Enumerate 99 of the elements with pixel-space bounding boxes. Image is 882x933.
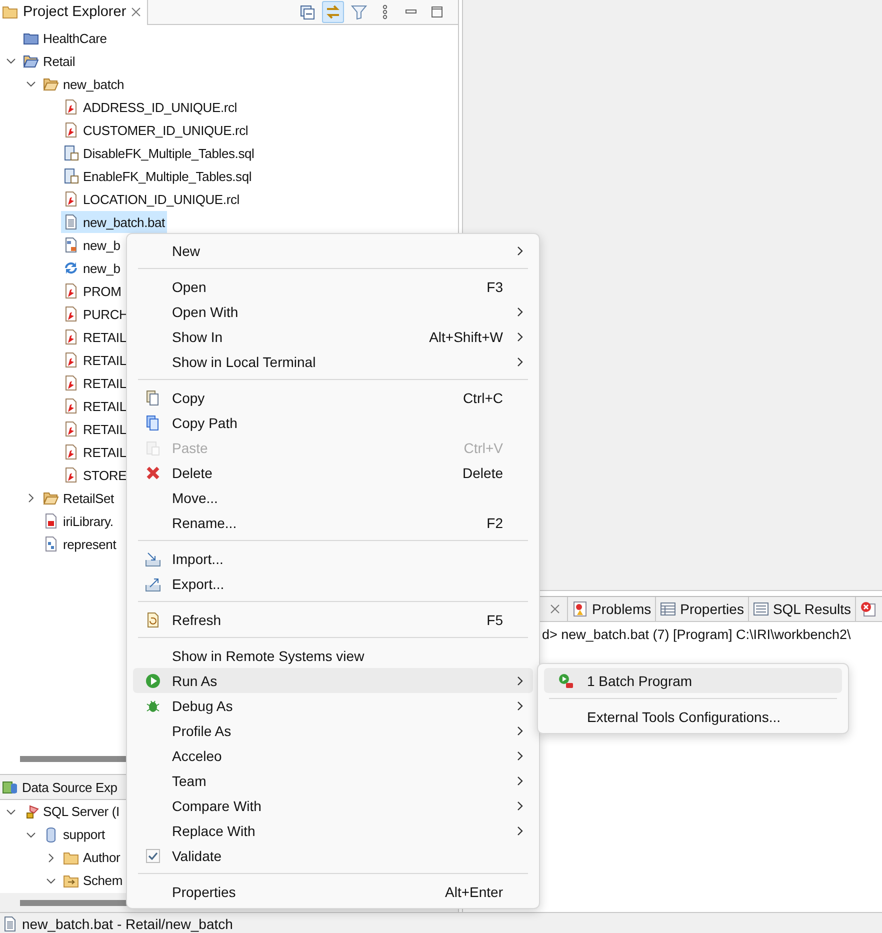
tree-item[interactable]: Author [61, 846, 122, 869]
copy-icon [144, 390, 160, 406]
menu-item[interactable]: Show in Local Terminal [133, 349, 533, 374]
export-icon [144, 576, 160, 592]
menu-item[interactable]: Properties Alt+Enter [133, 879, 533, 904]
menu-item[interactable]: Show In Alt+Shift+W [133, 324, 533, 349]
properties-icon [660, 601, 676, 617]
rcl-file-icon [63, 444, 79, 460]
view-title: Data Source Exp [22, 780, 118, 795]
problems-icon [572, 601, 588, 617]
tree-item[interactable]: support [41, 824, 107, 846]
schema-icon [63, 872, 79, 889]
menu-item[interactable]: Open F3 [133, 274, 533, 299]
menu-item[interactable]: External Tools Configurations... [544, 704, 842, 729]
paste-icon [144, 440, 160, 456]
menu-item[interactable]: Refresh F5 [133, 607, 533, 632]
tree-item[interactable]: LOCATION_ID_UNIQUE.rcl [61, 188, 242, 210]
rcl-file-icon [63, 352, 79, 368]
document-icon [2, 916, 18, 932]
tree-item[interactable]: new_b [61, 234, 122, 256]
tree-item[interactable]: ADDRESS_ID_UNIQUE.rcl [61, 96, 239, 118]
tree-item[interactable]: new_batch [41, 73, 126, 96]
menu-item[interactable]: 1 Batch Program [544, 668, 842, 693]
menu-item[interactable]: Delete Delete [133, 460, 533, 485]
tree-item[interactable]: HealthCare [21, 27, 109, 50]
close-icon[interactable] [550, 604, 560, 614]
folder-icon [63, 850, 79, 866]
tree-item[interactable]: SQL Server (I [21, 800, 122, 823]
tree-item[interactable]: STORE [61, 464, 129, 486]
menu-item[interactable]: Copy Ctrl+C [133, 385, 533, 410]
menu-item[interactable]: Import... [133, 546, 533, 571]
sql-file-icon [63, 168, 79, 184]
tree-item[interactable]: RETAIL [61, 441, 128, 464]
copy-path-icon [144, 414, 160, 430]
delete-icon [144, 464, 160, 480]
refresh-icon [144, 612, 160, 628]
rcl-file-icon [63, 398, 79, 414]
menu-item[interactable]: New [133, 238, 533, 263]
library-file-icon [43, 513, 59, 530]
tree-item[interactable]: new_batch.bat [61, 211, 167, 234]
rcl-file-icon [63, 191, 79, 208]
tree-item[interactable]: RETAIL [61, 418, 128, 440]
rcl-file-icon [63, 329, 79, 346]
sql-file-icon [63, 145, 79, 162]
run-icon [144, 672, 160, 688]
menu-item[interactable]: Profile As [133, 718, 533, 743]
tree-item[interactable]: DisableFK_Multiple_Tables.sql [61, 142, 256, 164]
menu-item[interactable]: Debug As [133, 693, 533, 718]
tree-item[interactable]: Schem [61, 870, 124, 892]
menu-item[interactable]: Move... [133, 485, 533, 510]
tree-item[interactable]: represent [41, 533, 118, 556]
tree-item[interactable]: iriLibrary. [41, 510, 116, 532]
folder-icon [2, 4, 18, 20]
tree-item[interactable]: RETAIL [61, 372, 128, 394]
status-text: new_batch.bat - Retail/new_batch [22, 916, 233, 932]
text-file-icon [63, 214, 79, 230]
menu-item[interactable]: Team [133, 768, 533, 793]
rcl-file-icon [63, 421, 79, 438]
panel-tab[interactable]: SQL Results [748, 597, 856, 621]
menu-item[interactable]: Compare With [133, 793, 533, 818]
view-title: Project Explorer [23, 4, 126, 20]
error-icon [860, 601, 876, 617]
menu-item[interactable]: Copy Path [133, 410, 533, 435]
menu-item[interactable]: Rename... F2 [133, 510, 533, 535]
menu-item[interactable]: Export... [133, 571, 533, 596]
rcl-file-icon [63, 306, 79, 322]
panel-tab[interactable]: Properties [655, 597, 748, 621]
tree-item[interactable]: Retail [21, 50, 78, 72]
panel-tab[interactable]: Problems [567, 597, 656, 621]
results-icon [752, 601, 769, 617]
menu-item[interactable]: Run As [133, 668, 533, 693]
menu-item[interactable]: Show in Remote Systems view [133, 643, 533, 668]
rcl-file-icon [63, 99, 79, 116]
view-tab[interactable]: Project Explorer [0, 0, 148, 25]
run-program-icon [558, 672, 574, 688]
tree-item[interactable]: RETAIL [61, 326, 128, 348]
close-icon[interactable] [131, 7, 142, 18]
rcl-file-icon [63, 375, 79, 392]
import-icon [144, 550, 160, 566]
menu-item[interactable]: Acceleo [133, 743, 533, 768]
link-icon[interactable] [322, 0, 344, 23]
tree-item[interactable]: RETAIL [61, 349, 128, 372]
tree-item[interactable]: EnableFK_Multiple_Tables.sql [61, 165, 254, 188]
rcl-file-icon [63, 467, 79, 484]
tree-item[interactable]: new_b [61, 257, 122, 280]
console-line: d> new_batch.bat (7) [Program] C:\IRI\workbench2\ [542, 626, 851, 642]
rcl-file-icon [63, 122, 79, 138]
tree-item[interactable]: CUSTOMER_ID_UNIQUE.rcl [61, 119, 250, 142]
diagram-file-icon [43, 536, 59, 552]
menu-item[interactable]: Validate [133, 843, 533, 868]
menu-item[interactable]: Open With [133, 299, 533, 324]
menu-item[interactable]: Replace With [133, 818, 533, 843]
view-tab[interactable]: Data Source Exp [0, 775, 124, 800]
rcl-file-icon [63, 283, 79, 300]
tree-item[interactable]: RetailSet [41, 487, 116, 510]
tree-item[interactable]: RETAIL [61, 395, 128, 418]
database-icon [2, 779, 18, 796]
tree-item[interactable]: PROM [61, 280, 124, 302]
flow-file-icon [63, 237, 79, 254]
